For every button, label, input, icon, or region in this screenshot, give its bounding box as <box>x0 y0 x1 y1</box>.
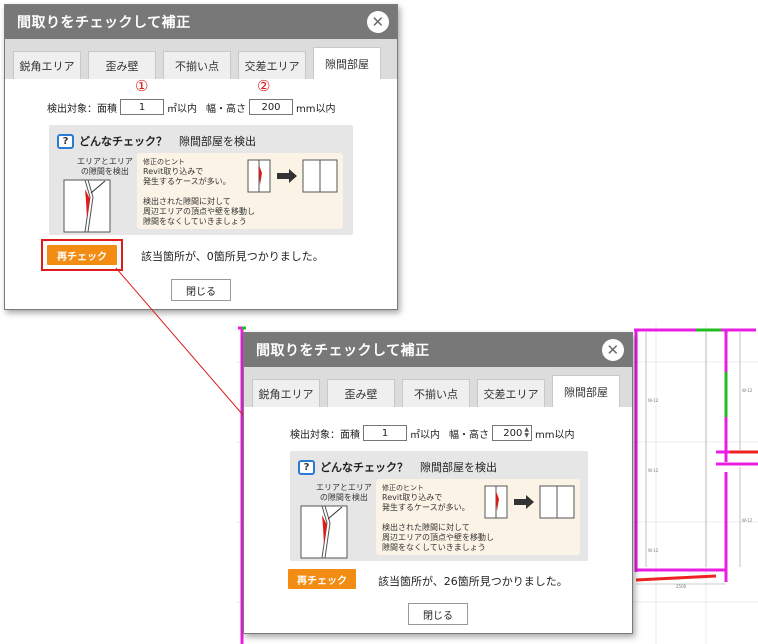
hint-subtitle: 隙間部屋を検出 <box>420 461 497 474</box>
gap-room-diagram-icon <box>300 505 348 559</box>
size-input[interactable]: 200 ▲ ▼ <box>492 425 532 441</box>
area-unit: ㎡以内 <box>410 429 440 441</box>
diagram-label: エリアとエリア の隙間を検出 <box>316 483 372 502</box>
close-button[interactable]: 閉じる <box>408 603 468 625</box>
detection-params: 検出対象：面積 1 ㎡以内 幅・高さ 200 ▲ ▼ mm以内 <box>290 425 574 441</box>
fix-tip-bubble: 修正のヒント Revit取り込みで 発生するケースが多い。 検出された隙間に対して… <box>376 479 580 555</box>
check-dialog-after: 間取りをチェックして補正 ✕ 鋭角エリア 歪み壁 不揃い点 交差エリア 隙間部屋… <box>243 332 633 634</box>
question-icon: ? <box>298 459 315 475</box>
dialog-title: 間取りをチェックして補正 <box>256 343 430 359</box>
area-input[interactable]: 1 <box>363 425 407 441</box>
tab-gap-room[interactable]: 隙間部屋 <box>552 375 620 407</box>
tab-intersect-area[interactable]: 交差エリア <box>477 379 545 407</box>
params-prefix: 検出対象：面積 <box>290 429 360 441</box>
hint-heading: ? どんなチェック？ 隙間部屋を検出 <box>298 459 497 475</box>
fix-before-after-icon <box>484 485 575 519</box>
spinner-icon[interactable]: ▲ ▼ <box>524 427 529 439</box>
result-text: 該当箇所が、26箇所見つかりました。 <box>378 575 568 588</box>
size-label: 幅・高さ <box>449 429 489 441</box>
tab-distorted-wall[interactable]: 歪み壁 <box>327 379 395 407</box>
recheck-button[interactable]: 再チェック <box>288 569 356 589</box>
tab-uneven-points[interactable]: 不揃い点 <box>402 379 470 407</box>
tab-strip: 鋭角エリア 歪み壁 不揃い点 交差エリア 隙間部屋 <box>244 367 632 407</box>
hint-card: ? どんなチェック？ 隙間部屋を検出 エリアとエリア の隙間を検出 修正のヒント… <box>290 451 588 561</box>
close-icon[interactable]: ✕ <box>602 339 624 361</box>
size-unit: mm以内 <box>535 429 575 441</box>
hint-title: どんなチェック？ <box>320 461 408 474</box>
dialog-titlebar: 間取りをチェックして補正 ✕ <box>244 333 632 367</box>
tab-acute-area[interactable]: 鋭角エリア <box>252 379 320 407</box>
